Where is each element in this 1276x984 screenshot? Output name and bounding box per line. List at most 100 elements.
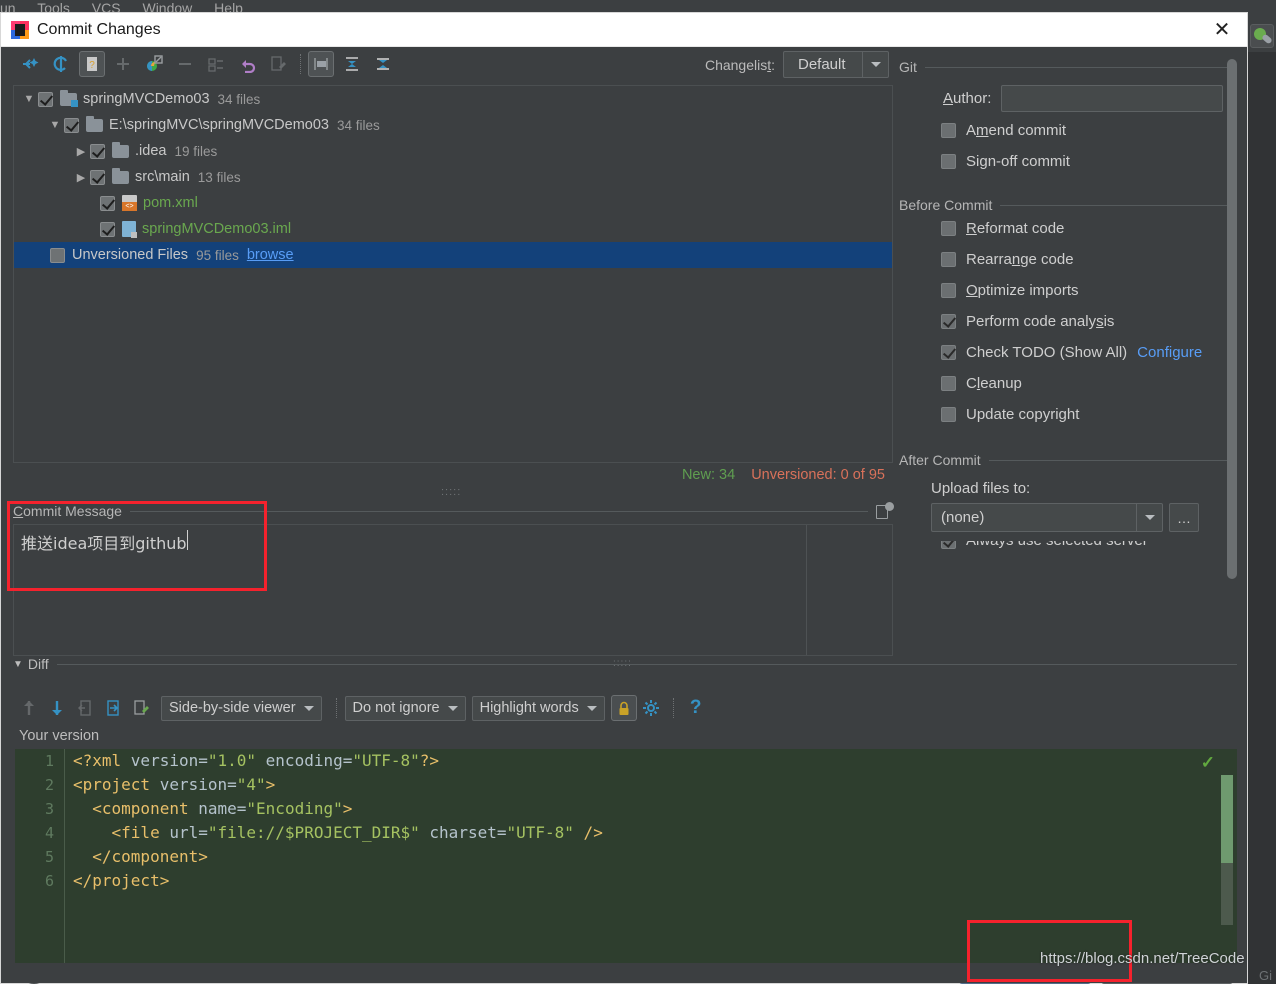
expand-all-icon[interactable] bbox=[339, 51, 365, 77]
cleanup-row[interactable]: Cleanup bbox=[899, 368, 1249, 399]
amend-commit-label: Amend commit bbox=[966, 122, 1067, 139]
rearrange-code-checkbox[interactable] bbox=[941, 252, 956, 267]
row-checkbox[interactable] bbox=[90, 143, 105, 159]
collapse-all-icon[interactable] bbox=[370, 51, 396, 77]
browse-link[interactable]: browse bbox=[247, 247, 294, 263]
cleanup-label: Cleanup bbox=[966, 375, 1022, 392]
group-by-icon[interactable]: ? bbox=[79, 51, 105, 77]
table-row[interactable]: ▶ src\main 13 files bbox=[14, 164, 892, 190]
row-checkbox[interactable] bbox=[100, 221, 115, 237]
question-icon[interactable]: ? bbox=[682, 694, 710, 722]
chevron-down-icon bbox=[447, 705, 458, 711]
before-commit-group-header: Before Commit bbox=[899, 197, 1249, 213]
update-copyright-checkbox[interactable] bbox=[941, 407, 956, 422]
options-scrollbar-thumb[interactable] bbox=[1227, 59, 1237, 579]
row-checkbox[interactable] bbox=[64, 117, 79, 133]
diff-scrollbar[interactable] bbox=[1221, 775, 1233, 925]
chevron-down-icon[interactable]: ▼ bbox=[13, 659, 23, 670]
group-by-directory-icon[interactable] bbox=[308, 51, 334, 77]
commit-message-value: 推送idea项目到github bbox=[21, 534, 187, 553]
cleanup-checkbox[interactable] bbox=[941, 376, 956, 391]
tree-twisty-icon[interactable]: ▶ bbox=[72, 145, 90, 158]
table-row[interactable]: ▶ .idea 19 files bbox=[14, 138, 892, 164]
table-row[interactable]: ▼ springMVCDemo03 34 files bbox=[14, 86, 892, 112]
previous-difference-icon[interactable] bbox=[15, 694, 43, 722]
configure-link[interactable]: Configure bbox=[1137, 344, 1202, 361]
upload-browse-button[interactable]: … bbox=[1169, 503, 1199, 532]
row-name: E:\springMVC\springMVCDemo03 bbox=[109, 117, 329, 133]
chevron-down-icon bbox=[586, 705, 597, 711]
add-icon[interactable] bbox=[110, 51, 136, 77]
tree-twisty-icon[interactable]: ▼ bbox=[46, 119, 64, 131]
sign-off-commit-row[interactable]: Sign-off commit bbox=[899, 146, 1249, 177]
status-counts: New: 34 Unversioned: 0 of 95 bbox=[682, 467, 885, 483]
perform-code-analysis-checkbox[interactable] bbox=[941, 314, 956, 329]
gear-icon[interactable] bbox=[637, 694, 665, 722]
optimize-imports-checkbox[interactable] bbox=[941, 283, 956, 298]
perform-code-analysis-row[interactable]: Perform code analysis bbox=[899, 306, 1249, 337]
tree-twisty-icon[interactable]: ▶ bbox=[72, 171, 90, 184]
reformat-code-checkbox[interactable] bbox=[941, 221, 956, 236]
accept-left-icon[interactable] bbox=[71, 694, 99, 722]
diff-section-header[interactable]: ▼ Diff ::::: bbox=[13, 655, 1237, 673]
changes-tree[interactable]: ▼ springMVCDemo03 34 files ▼ E:\springMV… bbox=[13, 85, 893, 463]
code-text[interactable]: <?xml version="1.0" encoding="UTF-8"?> <p… bbox=[73, 749, 1237, 963]
rollback-icon[interactable] bbox=[234, 51, 260, 77]
sign-off-commit-checkbox[interactable] bbox=[941, 154, 956, 169]
history-icon[interactable] bbox=[876, 501, 894, 520]
commit-options-panel: Git Author: Amend commit Sign-off commit bbox=[899, 47, 1249, 649]
rearrange-code-row[interactable]: Rearrange code bbox=[899, 244, 1249, 275]
next-difference-icon[interactable] bbox=[43, 694, 71, 722]
diff-toolbar: Side-by-side viewer Do not ignore Highli… bbox=[15, 693, 1215, 723]
splitter-handle[interactable]: ::::: bbox=[441, 487, 465, 498]
show-diff-icon[interactable] bbox=[17, 51, 43, 77]
row-checkbox[interactable] bbox=[100, 195, 115, 211]
diff-splitter-handle[interactable]: ::::: bbox=[613, 658, 632, 669]
close-icon[interactable]: ✕ bbox=[1205, 17, 1239, 43]
reformat-code-row[interactable]: Reformat code bbox=[899, 213, 1249, 244]
accept-right-icon[interactable] bbox=[99, 694, 127, 722]
row-checkbox[interactable] bbox=[38, 91, 53, 107]
upload-server-combobox[interactable]: (none) bbox=[931, 503, 1163, 532]
edit-source-icon[interactable] bbox=[127, 694, 155, 722]
move-to-changelist-icon[interactable] bbox=[141, 51, 167, 77]
options-scrollbar[interactable] bbox=[1227, 59, 1237, 631]
sign-off-commit-label: Sign-off commit bbox=[966, 153, 1070, 170]
tree-twisty-icon[interactable]: ▼ bbox=[20, 93, 38, 105]
lock-icon[interactable] bbox=[610, 695, 637, 721]
remove-icon[interactable] bbox=[172, 51, 198, 77]
code-line: <?xml version="1.0" encoding="UTF-8"?> bbox=[73, 751, 440, 770]
update-copyright-row[interactable]: Update copyright bbox=[899, 399, 1249, 430]
changelist-combobox[interactable]: Default bbox=[783, 51, 889, 78]
amend-commit-row[interactable]: Amend commit bbox=[899, 115, 1249, 146]
edit-source-icon[interactable] bbox=[265, 51, 291, 77]
table-row[interactable]: ▼ E:\springMVC\springMVCDemo03 34 files bbox=[14, 112, 892, 138]
list-item-unversioned-files[interactable]: Unversioned Files 95 files browse bbox=[14, 242, 892, 268]
diff-code-view[interactable]: 1 2 3 4 5 6 <?xml version="1.0" encoding… bbox=[15, 749, 1237, 963]
code-line: </project> bbox=[73, 871, 170, 890]
diff-scrollbar-thumb[interactable] bbox=[1221, 775, 1233, 863]
always-use-selected-server-row[interactable]: Always use selected server bbox=[899, 541, 1249, 551]
highlight-policy-combobox[interactable]: Highlight words bbox=[471, 695, 605, 721]
perform-code-analysis-label: Perform code analysis bbox=[966, 313, 1115, 330]
check-todo-row[interactable]: Check TODO (Show All) Configure bbox=[899, 337, 1249, 368]
author-field[interactable] bbox=[1001, 84, 1224, 112]
refresh-icon[interactable] bbox=[48, 51, 74, 77]
run-configuration-icon[interactable] bbox=[1250, 24, 1274, 48]
iml-file-icon bbox=[122, 221, 137, 238]
amend-commit-checkbox[interactable] bbox=[941, 123, 956, 138]
check-todo-checkbox[interactable] bbox=[941, 345, 956, 360]
ignore-policy-combobox[interactable]: Do not ignore bbox=[344, 695, 466, 721]
commit-message-input[interactable]: 推送idea项目到github bbox=[13, 524, 893, 656]
always-use-selected-server-label: Always use selected server bbox=[966, 541, 1148, 549]
edit-changelist-icon[interactable] bbox=[203, 51, 229, 77]
viewer-mode-combobox[interactable]: Side-by-side viewer bbox=[161, 695, 322, 721]
always-use-selected-server-checkbox[interactable] bbox=[941, 541, 956, 549]
xml-file-icon bbox=[122, 195, 137, 211]
optimize-imports-row[interactable]: Optimize imports bbox=[899, 275, 1249, 306]
table-row[interactable]: pom.xml bbox=[14, 190, 892, 216]
row-count: 95 files bbox=[196, 247, 239, 263]
row-checkbox[interactable] bbox=[50, 247, 65, 263]
row-checkbox[interactable] bbox=[90, 169, 105, 185]
table-row[interactable]: springMVCDemo03.iml bbox=[14, 216, 892, 242]
